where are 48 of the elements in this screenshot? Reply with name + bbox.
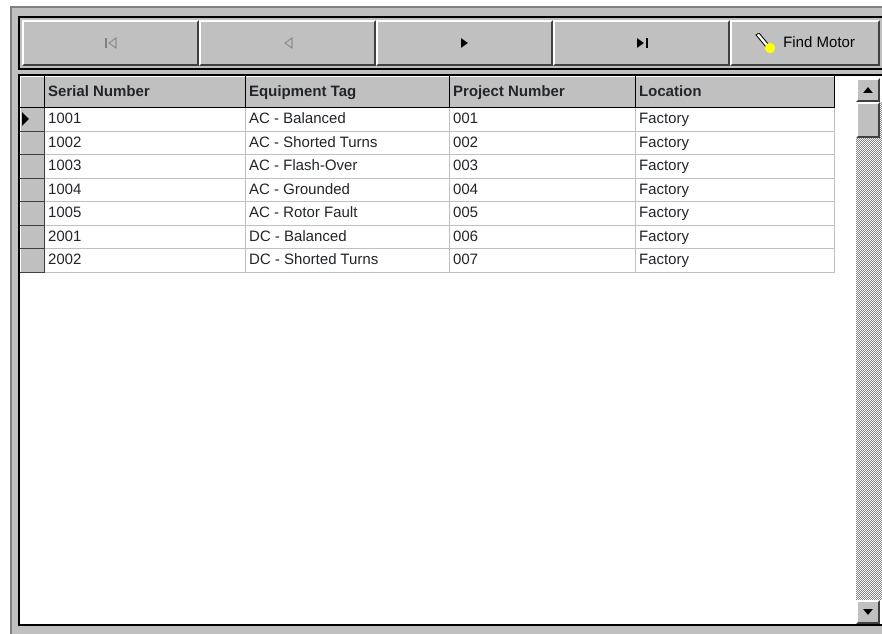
row-selector[interactable] — [20, 154, 44, 178]
table-cell: 004 — [450, 178, 636, 202]
table-cell: 1003 — [44, 154, 246, 178]
table-cell: Factory — [636, 178, 834, 202]
table-cell: DC - Shorted Turns — [246, 248, 450, 272]
column-header[interactable]: Equipment Tag — [246, 76, 450, 108]
table-cell: AC - Balanced — [246, 108, 450, 131]
table-cell: 2002 — [44, 248, 246, 272]
scroll-down-button[interactable] — [856, 600, 880, 624]
row-selector[interactable] — [20, 108, 44, 131]
table-cell: Factory — [636, 131, 834, 154]
table-cell: Factory — [636, 108, 834, 131]
find-motor-button[interactable]: Find Motor — [730, 20, 880, 66]
table-cell: 006 — [450, 225, 636, 248]
table-cell: 002 — [450, 131, 636, 154]
table-cell: AC - Shorted Turns — [246, 131, 450, 154]
table-cell: 1005 — [44, 202, 246, 225]
table-cell: 007 — [450, 248, 636, 272]
scroll-up-button[interactable] — [856, 78, 880, 102]
table-cell: 003 — [450, 154, 636, 178]
table-cell: Factory — [636, 248, 834, 272]
table-cell: 1002 — [44, 131, 246, 154]
table-cell: AC - Flash-Over — [246, 154, 450, 178]
flashlight-icon — [755, 33, 778, 53]
table-cell: 005 — [450, 202, 636, 225]
last-record-button[interactable] — [553, 20, 730, 66]
table-cell: 1004 — [44, 178, 246, 202]
column-header[interactable]: Project Number — [450, 76, 636, 108]
scroll-thumb[interactable] — [856, 102, 880, 138]
table-cell: Factory — [636, 202, 834, 225]
table-cell: AC - Grounded — [246, 178, 450, 202]
column-header[interactable]: Location — [636, 76, 834, 108]
table-cell: AC - Rotor Fault — [246, 202, 450, 225]
table-cell: 2001 — [44, 225, 246, 248]
row-selector[interactable] — [20, 202, 44, 225]
table-cell: DC - Balanced — [246, 225, 450, 248]
corner-cell — [20, 76, 44, 108]
column-header[interactable]: Serial Number — [44, 76, 246, 108]
current-row-icon — [22, 112, 29, 126]
vertical-scrollbar[interactable] — [856, 78, 882, 624]
table-cell: Factory — [636, 225, 834, 248]
row-selector[interactable] — [20, 248, 44, 272]
table-cell: 001 — [450, 108, 636, 131]
table-cell: 1001 — [44, 108, 246, 131]
table-cell: Factory — [636, 154, 834, 178]
next-record-button[interactable] — [376, 20, 553, 66]
up-arrow-icon — [863, 87, 873, 93]
down-arrow-icon — [863, 609, 873, 615]
